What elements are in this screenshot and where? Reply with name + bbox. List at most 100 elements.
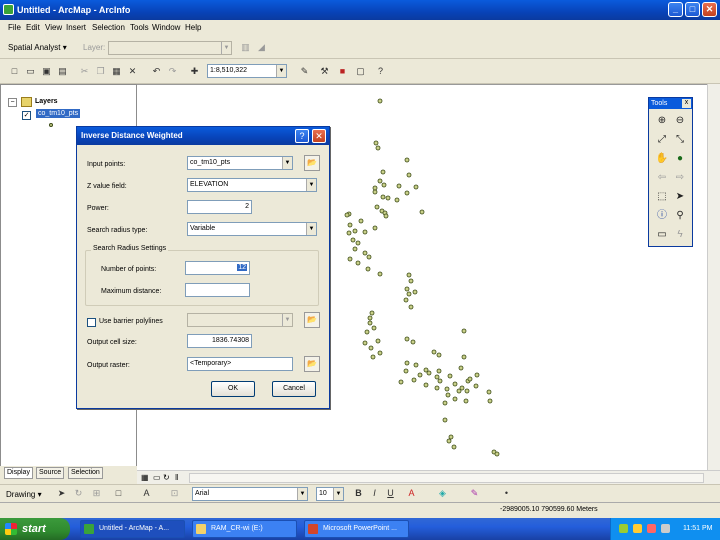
- toc-tabs: Display Source Selection: [0, 466, 137, 480]
- delete-icon[interactable]: ✕: [126, 65, 139, 78]
- italic-button[interactable]: I: [368, 487, 381, 500]
- marker-color-icon[interactable]: •: [500, 487, 513, 500]
- open-icon[interactable]: ▭: [24, 65, 37, 78]
- tab-display[interactable]: Display: [4, 467, 33, 479]
- vertical-scrollbar[interactable]: [707, 84, 720, 470]
- zoom-in-icon[interactable]: ⊕: [655, 114, 669, 128]
- print-icon[interactable]: ▤: [56, 65, 69, 78]
- spatial-analyst-menu[interactable]: Spatial Analyst ▾: [8, 43, 67, 52]
- bold-button[interactable]: B: [352, 487, 365, 500]
- save-icon[interactable]: ▣: [40, 65, 53, 78]
- z-value-field-combo[interactable]: ELEVATION ▼: [187, 178, 317, 192]
- ok-button[interactable]: OK: [211, 381, 255, 397]
- collapse-icon[interactable]: −: [8, 98, 17, 107]
- arctoolbox-icon[interactable]: ⚒: [318, 65, 331, 78]
- select-features-icon[interactable]: ⬚: [655, 190, 669, 204]
- back-extent-icon[interactable]: ⇦: [655, 171, 669, 185]
- horizontal-scrollbar[interactable]: [189, 473, 704, 483]
- measure-icon[interactable]: ▭: [655, 228, 669, 242]
- layer-visibility-checkbox[interactable]: ✓: [22, 111, 31, 120]
- histogram-icon[interactable]: ▥: [239, 41, 252, 54]
- editor-toolbar-icon[interactable]: ✎: [298, 65, 311, 78]
- cell-size-input[interactable]: 1836.74308: [187, 334, 252, 348]
- drawing-menu[interactable]: Drawing ▾: [6, 490, 42, 499]
- start-button[interactable]: start: [0, 518, 70, 540]
- close-button[interactable]: ✕: [702, 2, 717, 17]
- power-input[interactable]: 2: [187, 200, 252, 214]
- pan-icon[interactable]: ✋: [655, 152, 669, 166]
- cut-icon[interactable]: ✂: [78, 65, 91, 78]
- tray-alert-icon[interactable]: [647, 524, 656, 533]
- fixed-zoom-in-icon[interactable]: ⤢: [655, 133, 669, 147]
- full-extent-icon[interactable]: ●: [673, 152, 687, 166]
- menu-window[interactable]: Window: [152, 23, 180, 32]
- rotate-icon[interactable]: ↻: [72, 487, 85, 500]
- copy-icon[interactable]: ❐: [94, 65, 107, 78]
- tray-volume-icon[interactable]: [661, 524, 670, 533]
- add-data-icon[interactable]: ✚: [188, 65, 201, 78]
- tab-selection[interactable]: Selection: [68, 467, 103, 479]
- data-view-icon[interactable]: ▦: [141, 473, 149, 482]
- dialog-close-button[interactable]: ✕: [312, 129, 326, 143]
- input-points-combo[interactable]: co_tm10_pts ▼: [187, 156, 293, 170]
- layer-combo[interactable]: ▼: [108, 41, 232, 55]
- underline-button[interactable]: U: [384, 487, 397, 500]
- redo-icon[interactable]: ↷: [166, 65, 179, 78]
- toc-root-label[interactable]: Layers: [35, 98, 58, 105]
- cancel-button[interactable]: Cancel: [272, 381, 316, 397]
- arccatalog-icon[interactable]: ■: [336, 65, 349, 78]
- refresh-icon[interactable]: ↻: [163, 473, 170, 482]
- find-icon[interactable]: ⚲: [673, 209, 687, 223]
- fixed-zoom-out-icon[interactable]: ⤡: [673, 133, 687, 147]
- browse-folder-icon[interactable]: 📂: [304, 155, 320, 171]
- edit-vertices-icon[interactable]: ⊡: [168, 487, 181, 500]
- menu-file[interactable]: File: [8, 23, 21, 32]
- taskbar-item-powerpoint[interactable]: Microsoft PowerPoint ...: [304, 520, 409, 538]
- forward-extent-icon[interactable]: ⇨: [673, 171, 687, 185]
- map-scale-combo[interactable]: 1:8,510,322 ▼: [207, 64, 287, 78]
- font-color-icon[interactable]: A: [405, 487, 418, 500]
- search-radius-type-combo[interactable]: Variable ▼: [187, 222, 317, 236]
- contour-icon[interactable]: ◢: [255, 41, 268, 54]
- font-size-combo[interactable]: 10 ▼: [316, 487, 344, 501]
- menu-edit[interactable]: Edit: [26, 23, 40, 32]
- fill-color-icon[interactable]: ◈: [436, 487, 449, 500]
- rectangle-icon[interactable]: □: [112, 487, 125, 500]
- menu-tools[interactable]: Tools: [130, 23, 149, 32]
- tools-palette-close-button[interactable]: x: [682, 99, 691, 108]
- pause-drawing-icon[interactable]: ‖: [175, 473, 178, 482]
- max-distance-input[interactable]: [185, 283, 250, 297]
- undo-icon[interactable]: ↶: [150, 65, 163, 78]
- menu-insert[interactable]: Insert: [66, 23, 86, 32]
- output-raster-input[interactable]: <Temporary>: [187, 357, 293, 371]
- tray-security-icon[interactable]: [633, 524, 642, 533]
- tray-network-icon[interactable]: [619, 524, 628, 533]
- help-button[interactable]: ?: [295, 129, 309, 143]
- toc-layer-label[interactable]: co_tm10_pts: [36, 109, 81, 118]
- tab-source[interactable]: Source: [36, 467, 65, 479]
- maximize-button[interactable]: □: [685, 2, 700, 17]
- select-elements-icon[interactable]: ➤: [55, 487, 68, 500]
- menu-selection[interactable]: Selection: [92, 23, 125, 32]
- new-icon[interactable]: □: [8, 65, 21, 78]
- layout-view-icon[interactable]: ▭: [153, 473, 161, 482]
- zoom-out-icon[interactable]: ⊖: [673, 114, 687, 128]
- command-line-icon[interactable]: ▢: [354, 65, 367, 78]
- minimize-button[interactable]: _: [668, 2, 683, 17]
- font-combo[interactable]: Arial ▼: [192, 487, 308, 501]
- menu-help[interactable]: Help: [185, 23, 201, 32]
- whats-this-icon[interactable]: ?: [374, 65, 387, 78]
- taskbar-item-arcmap[interactable]: Untitled - ArcMap - A...: [80, 520, 185, 538]
- number-of-points-input[interactable]: 12: [185, 261, 250, 275]
- barrier-checkbox[interactable]: [87, 318, 96, 327]
- select-elements-icon[interactable]: ➤: [673, 190, 687, 204]
- text-icon[interactable]: A: [140, 487, 153, 500]
- hyperlink-icon[interactable]: ϟ: [673, 228, 687, 242]
- taskbar-item-drive[interactable]: RAM_CR-wi (E:): [192, 520, 297, 538]
- zoom-whole-page-icon[interactable]: ⊞: [90, 487, 103, 500]
- paste-icon[interactable]: ▦: [110, 65, 123, 78]
- identify-icon[interactable]: ⓘ: [655, 209, 669, 223]
- browse-folder-icon[interactable]: 📂: [304, 356, 320, 372]
- menu-view[interactable]: View: [45, 23, 62, 32]
- line-color-icon[interactable]: ✎: [468, 487, 481, 500]
